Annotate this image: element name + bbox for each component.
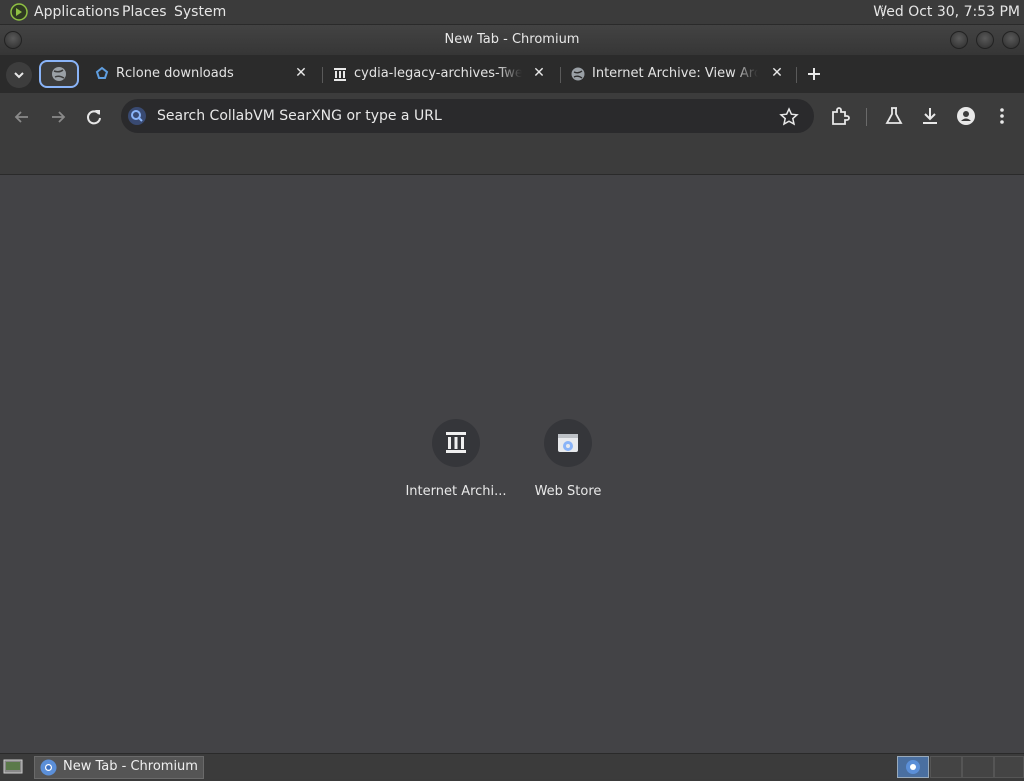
top-panel: Applications Places System Wed Oct 30, 7… — [0, 0, 1024, 25]
workspace-switcher-active[interactable] — [897, 756, 929, 778]
search-icon — [127, 106, 147, 126]
new-tab-button[interactable] — [804, 64, 824, 84]
flask-icon — [885, 107, 903, 124]
maximize-button[interactable] — [976, 31, 994, 49]
tab-rclone[interactable]: Rclone downloads ✕ — [90, 61, 318, 87]
reload-icon — [87, 110, 101, 125]
new-tab-page: Internet Archi... Web Store — [0, 175, 1024, 753]
bookmark-bar — [0, 141, 1024, 175]
forward-button[interactable] — [46, 105, 70, 129]
downloads-button[interactable] — [918, 104, 942, 128]
workspace-switcher-4[interactable] — [994, 756, 1024, 778]
profile-icon — [957, 107, 975, 125]
archive-icon — [332, 66, 348, 82]
shortcut-web-store[interactable]: Web Store — [512, 419, 624, 509]
toolbar-divider — [866, 108, 867, 126]
close-tab-icon[interactable]: ✕ — [768, 64, 786, 82]
globe-icon — [52, 67, 66, 81]
chromium-icon — [40, 759, 57, 776]
workspace-switcher-2[interactable] — [930, 756, 962, 778]
window-titlebar[interactable]: New Tab - Chromium — [0, 25, 1024, 55]
tab-cydia[interactable]: cydia-legacy-archives-Tweak ✕ — [328, 61, 556, 87]
download-icon — [923, 108, 937, 124]
tab-new-tab-active[interactable] — [39, 60, 79, 88]
chromium-icon — [906, 760, 920, 774]
menu-button[interactable] — [990, 104, 1014, 128]
show-desktop-icon[interactable] — [3, 757, 23, 775]
address-bar-input[interactable]: Search CollabVM SearXNG or type a URL — [157, 108, 442, 124]
plus-icon — [808, 68, 820, 80]
taskbar: New Tab - Chromium — [0, 753, 1024, 779]
tab-label: Rclone downloads — [116, 66, 234, 81]
menu-system[interactable]: System — [174, 4, 226, 20]
menu-places[interactable]: Places — [122, 4, 167, 20]
archive-icon — [432, 419, 480, 467]
web-store-icon — [544, 419, 592, 467]
rclone-icon — [94, 66, 110, 82]
close-tab-icon[interactable]: ✕ — [530, 64, 548, 82]
arrow-right-icon — [52, 111, 66, 123]
tab-strip: Rclone downloads ✕ cydia-legacy-archives… — [0, 55, 1024, 93]
close-window-button[interactable] — [1002, 31, 1020, 49]
shortcut-internet-archive[interactable]: Internet Archi... — [400, 419, 512, 509]
tab-divider — [322, 67, 323, 83]
tab-label: Internet Archive: View Archiv — [592, 66, 758, 81]
browser-toolbar: Search CollabVM SearXNG or type a URL — [0, 93, 1024, 141]
extensions-button[interactable] — [828, 104, 852, 128]
bookmark-star-icon[interactable] — [779, 107, 799, 127]
labs-button[interactable] — [882, 104, 906, 128]
kebab-menu-icon — [1000, 108, 1004, 124]
address-bar[interactable]: Search CollabVM SearXNG or type a URL — [121, 99, 814, 133]
workspace-switcher-3[interactable] — [962, 756, 994, 778]
tab-internet-archive[interactable]: Internet Archive: View Archiv ✕ — [566, 61, 792, 87]
window-title: New Tab - Chromium — [444, 32, 580, 47]
arrow-left-icon — [14, 111, 28, 123]
distro-logo-icon[interactable] — [10, 3, 28, 21]
tab-search-button[interactable] — [6, 62, 32, 88]
shortcut-label: Web Store — [534, 484, 602, 499]
chevron-down-icon — [14, 72, 24, 79]
minimize-button[interactable] — [950, 31, 968, 49]
close-tab-icon[interactable]: ✕ — [292, 64, 310, 82]
tab-divider — [560, 67, 561, 83]
back-button[interactable] — [10, 105, 34, 129]
taskbar-item-chromium[interactable]: New Tab - Chromium — [34, 756, 204, 779]
profile-button[interactable] — [954, 104, 978, 128]
shortcut-label: Internet Archi... — [405, 484, 507, 499]
reload-button[interactable] — [82, 105, 106, 129]
menu-applications[interactable]: Applications — [34, 4, 120, 20]
taskbar-item-label: New Tab - Chromium — [63, 759, 198, 774]
tab-divider — [796, 67, 797, 83]
tab-label: cydia-legacy-archives-Tweak — [354, 66, 522, 81]
globe-icon — [570, 66, 586, 82]
puzzle-icon — [832, 107, 850, 125]
clock[interactable]: Wed Oct 30, 7:53 PM — [873, 4, 1020, 20]
